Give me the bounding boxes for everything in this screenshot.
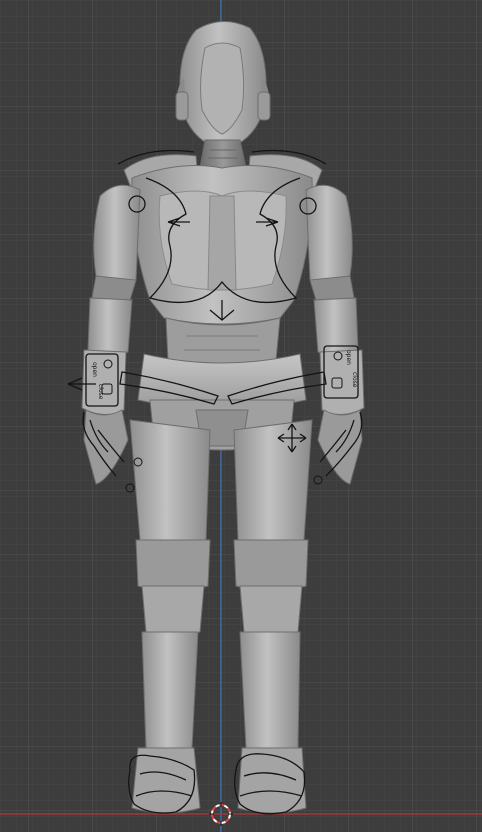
wrist-left-close-label: close [97, 384, 104, 400]
viewport-canvas[interactable]: open close open close [0, 0, 482, 832]
wrist-right-open-label: open [345, 350, 352, 365]
wrist-left-open-label: open [91, 362, 98, 377]
helmet[interactable] [175, 21, 271, 145]
3d-viewport[interactable]: open close open close [0, 0, 482, 832]
wrist-right-close-label: close [351, 372, 358, 388]
